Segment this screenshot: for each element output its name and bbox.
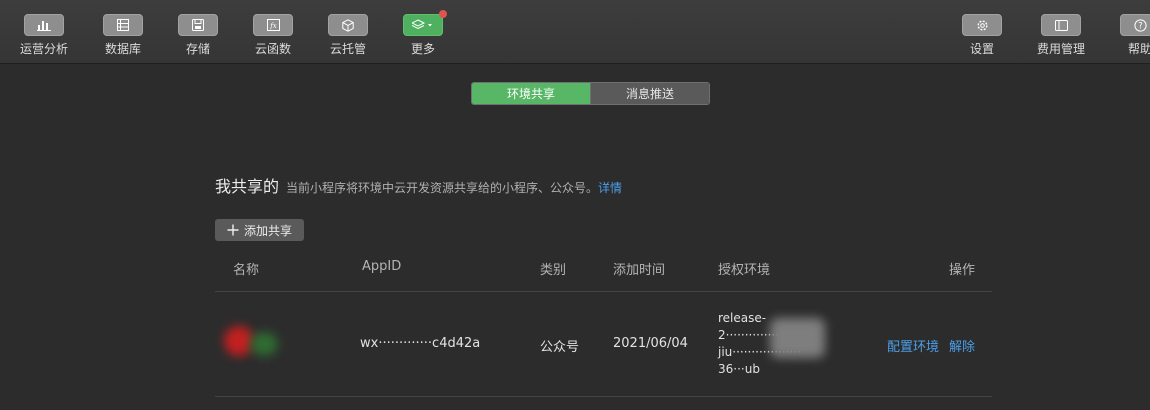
toolbar-label: 存储 — [185, 42, 210, 56]
env-line: 36···ub — [718, 362, 760, 376]
added-time-cell: 2021/06/04 — [613, 336, 688, 351]
toolbar-label: 云函数 — [254, 42, 291, 56]
column-header-name: 名称 — [233, 263, 260, 278]
toolbar-label: 云托管 — [329, 42, 366, 56]
cube-icon — [328, 14, 368, 36]
section-heading: 我共享的 当前小程序将环境中云开发资源共享给的小程序、公众号。 详情 — [215, 173, 622, 197]
toolbar-cloud-function[interactable]: fx 云函数 — [233, 14, 313, 60]
toolbar-cloud-hosting[interactable]: 云托管 — [308, 14, 388, 60]
category-cell: 公众号 — [540, 340, 580, 355]
layers-icon — [403, 10, 447, 36]
svg-text:fx: fx — [269, 22, 277, 30]
plus-icon — [227, 224, 239, 236]
gear-icon — [962, 14, 1002, 36]
tab-message-push[interactable]: 消息推送 — [590, 83, 709, 104]
column-header-appid: AppID — [362, 259, 402, 274]
toolbar-more[interactable]: 更多 — [383, 10, 463, 60]
column-header-actions: 操作 — [949, 263, 976, 278]
help-icon: ? — [1120, 14, 1150, 36]
storage-icon — [178, 14, 218, 36]
toolbar-label: 帮助 — [1127, 42, 1150, 56]
toolbar-help[interactable]: ? 帮助 — [1100, 14, 1150, 60]
configure-env-link[interactable]: 配置环境 — [887, 336, 939, 355]
add-share-button[interactable]: 添加共享 — [215, 219, 304, 241]
toolbar-label: 数据库 — [104, 42, 141, 56]
toolbar-settings[interactable]: 设置 — [942, 14, 1022, 60]
column-header-env: 授权环境 — [718, 263, 771, 278]
section-title: 我共享的 — [215, 177, 280, 196]
column-header-added-time: 添加时间 — [613, 263, 666, 278]
redaction-blur — [770, 318, 825, 358]
appid-cell: wx·············c4d42a — [360, 336, 481, 351]
toolbar-analytics[interactable]: 运营分析 — [4, 14, 84, 60]
details-link[interactable]: 详情 — [598, 179, 622, 196]
tab-env-sharing[interactable]: 环境共享 — [472, 83, 590, 104]
toolbar-label: 运营分析 — [19, 42, 68, 56]
tab-switcher: 环境共享 消息推送 — [471, 82, 710, 105]
toolbar-billing[interactable]: 费用管理 — [1021, 14, 1101, 60]
toolbar-database[interactable]: 数据库 — [83, 14, 163, 60]
bar-chart-icon — [24, 14, 64, 36]
table-divider — [215, 291, 992, 292]
svg-text:?: ? — [1138, 21, 1143, 31]
unshare-link[interactable]: 解除 — [949, 336, 975, 355]
database-icon — [103, 14, 143, 36]
toolbar-label: 设置 — [969, 42, 994, 56]
toolbar: 运营分析 数据库 存储 fx 云函数 云托管 更多 设置 费用管理 ? 帮助 — [0, 0, 1150, 64]
toolbar-label: 费用管理 — [1036, 42, 1085, 56]
column-header-category: 类别 — [540, 263, 567, 278]
table-divider — [215, 396, 992, 397]
section-description: 当前小程序将环境中云开发资源共享给的小程序、公众号。 — [286, 181, 599, 195]
add-share-label: 添加共享 — [243, 223, 292, 238]
billing-icon — [1041, 14, 1081, 36]
toolbar-label: 更多 — [410, 42, 435, 56]
toolbar-storage[interactable]: 存储 — [158, 14, 238, 60]
notification-dot — [439, 10, 447, 18]
function-icon: fx — [253, 14, 293, 36]
